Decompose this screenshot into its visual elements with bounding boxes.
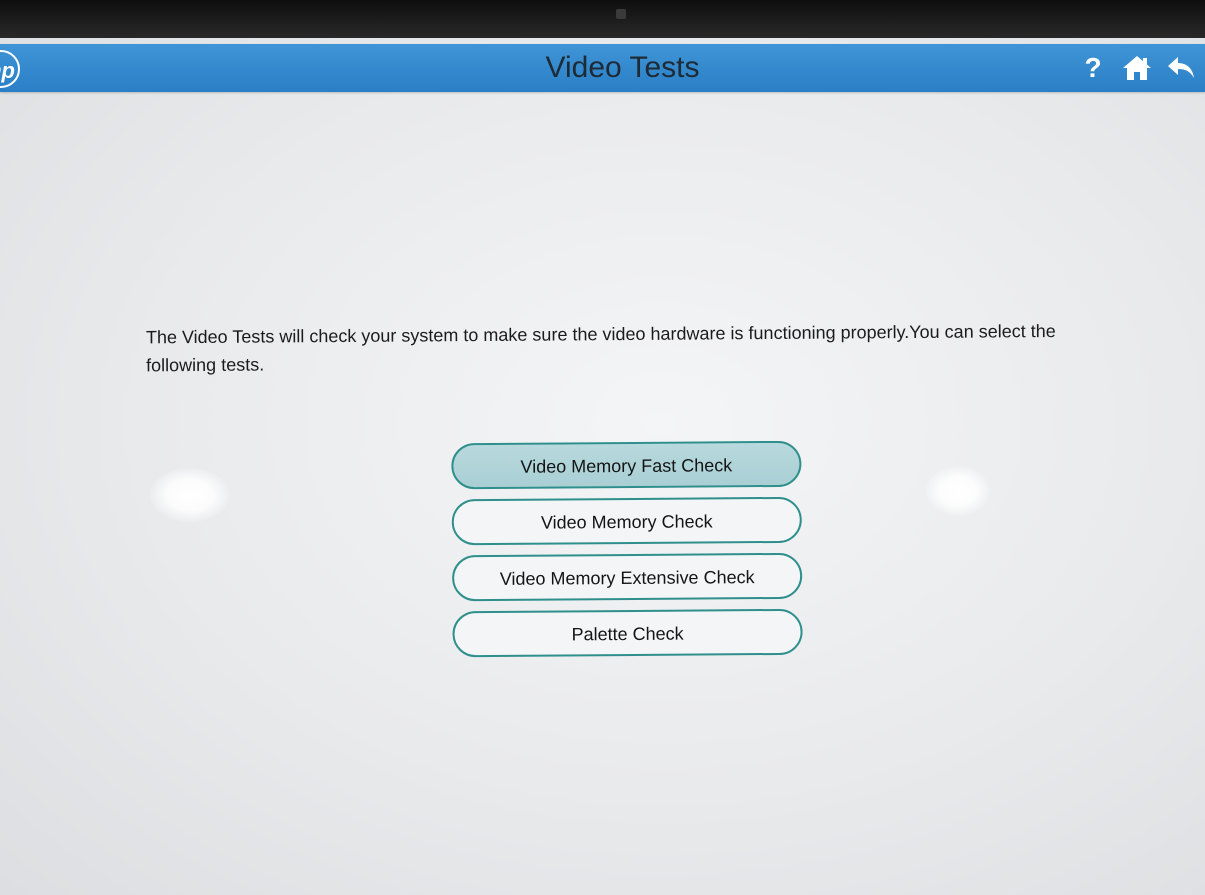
video-memory-extensive-check-button[interactable]: Video Memory Extensive Check	[452, 552, 803, 602]
page-title: Video Tests	[545, 51, 700, 84]
palette-check-button[interactable]: Palette Check	[452, 608, 803, 658]
header-actions: ?	[1077, 44, 1197, 92]
screen-glare-left	[150, 468, 230, 522]
video-memory-check-button[interactable]: Video Memory Check	[451, 496, 802, 546]
header-bar: hp Video Tests ?	[0, 44, 1205, 92]
video-memory-fast-check-button[interactable]: Video Memory Fast Check	[451, 440, 802, 490]
help-icon[interactable]: ?	[1077, 52, 1109, 84]
back-arrow-icon[interactable]	[1165, 52, 1197, 84]
test-list: Video Memory Fast Check Video Memory Che…	[451, 440, 805, 667]
monitor-bezel	[0, 0, 1205, 40]
home-icon[interactable]	[1121, 52, 1153, 84]
webcam-icon	[616, 9, 626, 19]
description-text: The Video Tests will check your system t…	[145, 320, 1056, 376]
screen: hp Video Tests ? The Video Tests will ch…	[0, 38, 1205, 895]
screen-glare-right	[926, 466, 990, 516]
